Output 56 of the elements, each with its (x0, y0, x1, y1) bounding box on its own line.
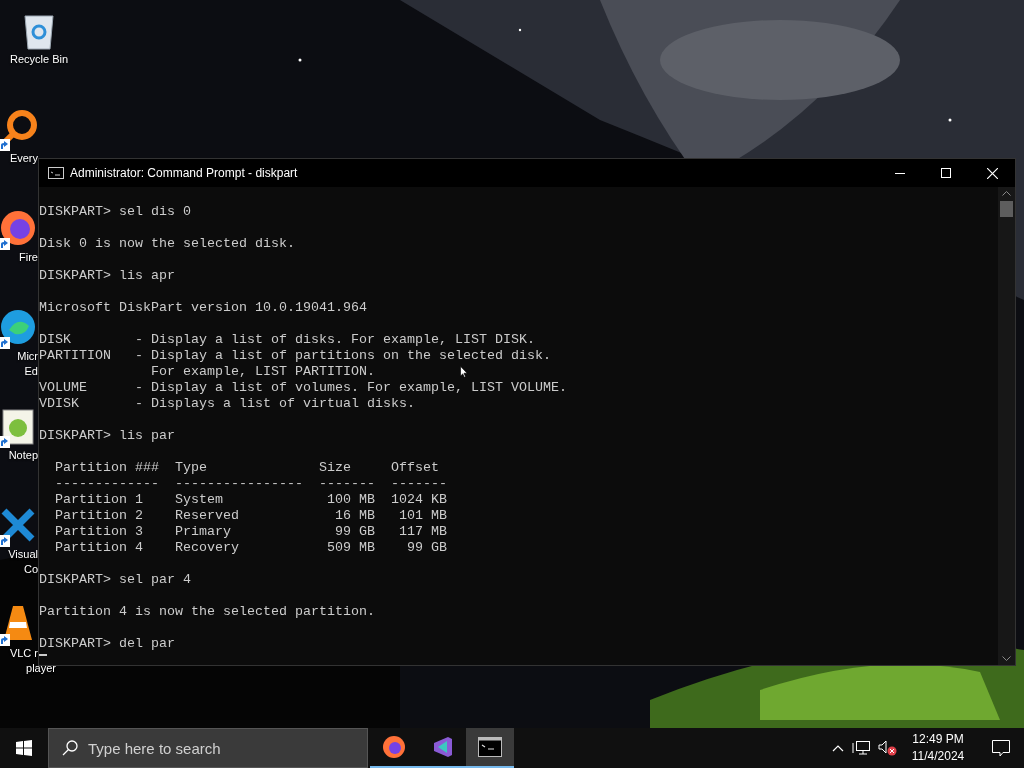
maximize-icon (941, 168, 951, 178)
desktop-icon-label: Notep (8, 448, 38, 463)
shortcut-arrow-icon (0, 535, 10, 547)
notepad-icon (1, 406, 35, 446)
console-line: For example, LIST PARTITION. (149, 364, 375, 380)
console-line: Disk 0 is now the selected disk. (39, 236, 295, 252)
console-line: DISKPART> sel dis 0 (39, 204, 191, 220)
console-line: Partition ### Type Size Offset (54, 460, 439, 476)
console-line: Partition 4 is now the selected partition. (39, 604, 375, 620)
shortcut-arrow-icon (0, 436, 10, 448)
search-icon (62, 740, 78, 756)
desktop-icon-label: Every (9, 151, 38, 166)
console-line: DISKPART> lis par (39, 428, 175, 444)
console-line: VDISK - Displays a list of virtual disks. (39, 396, 415, 412)
console-line: Partition 4 Recovery 509 MB 99 GB (54, 540, 447, 556)
desktop-icon-label: VLC r (9, 646, 38, 661)
search-field[interactable]: Type here to search (48, 728, 368, 768)
console-line: VOLUME - Display a list of volumes. For example, LIST VOLUME. (39, 380, 567, 396)
clock[interactable]: 12:49 PM 11/4/2024 (898, 728, 978, 768)
console-line: Partition 3 Primary 99 GB 117 MB (54, 524, 447, 540)
desktop-icon-label: player (26, 661, 56, 676)
window-title: Administrator: Command Prompt - diskpart (70, 165, 299, 182)
close-icon (986, 167, 998, 179)
scroll-down-icon (1002, 656, 1011, 661)
desktop-icon-label: Micr (17, 349, 38, 364)
console-line: DISKPART> lis apr (39, 268, 175, 284)
console-line: DISKPART> del par (39, 636, 175, 652)
console-line: ------------- ---------------- ------- ------- (54, 476, 447, 492)
text-cursor (39, 654, 47, 656)
scrollbar-thumb[interactable] (1000, 201, 1013, 217)
console-line: Partition 2 Reserved 16 MB 101 MB (54, 508, 447, 524)
shortcut-arrow-icon (0, 634, 10, 646)
terminal-icon (48, 167, 64, 179)
desktop-icon-label: Recycle Bin (9, 52, 69, 67)
desktop-icon-label: Visual (8, 547, 38, 562)
terminal-icon (478, 737, 502, 757)
minimize-icon (895, 172, 905, 174)
windows-logo-icon (16, 740, 32, 756)
mouse-pointer-icon (460, 366, 468, 378)
speech-bubble-icon (992, 739, 1010, 757)
console-line: Microsoft DiskPart version 10.0.19041.964 (39, 300, 367, 316)
desktop-icon-label: Fire (19, 250, 38, 265)
console-line: PARTITION - Display a list of partitions on the selected disk. (39, 348, 551, 364)
console-line: DISKPART> sel par 4 (39, 572, 191, 588)
shortcut-arrow-icon (0, 337, 10, 349)
shortcut-arrow-icon (0, 238, 10, 250)
scroll-up-icon (1002, 191, 1011, 196)
console-line: Partition 1 System 100 MB 1024 KB (54, 492, 447, 508)
shortcut-arrow-icon (0, 139, 10, 151)
console-line: DISK - Display a list of disks. For example, LIST DISK. (39, 332, 535, 348)
desktop-icon-label: Co (23, 562, 38, 577)
desktop-icon-label: Ed (24, 364, 38, 379)
muted-speaker-icon[interactable] (878, 740, 898, 756)
cross-icon (0, 507, 36, 543)
taskbar-app-button[interactable] (466, 728, 514, 768)
network-icon[interactable] (852, 740, 870, 756)
